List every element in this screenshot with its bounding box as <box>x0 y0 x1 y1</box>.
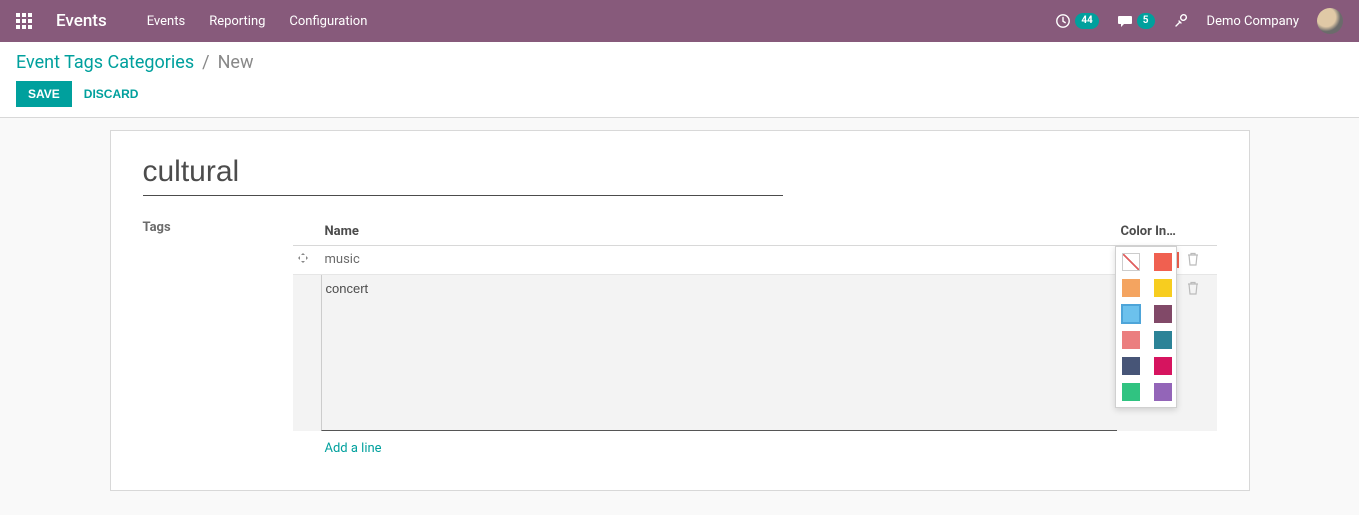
col-color[interactable]: Color In… <box>1117 218 1183 246</box>
sheet-wrap: Tags Name Color In… <box>0 118 1359 511</box>
color-option[interactable] <box>1154 331 1172 349</box>
col-name[interactable]: Name <box>321 218 1117 246</box>
color-option[interactable] <box>1154 357 1172 375</box>
color-option[interactable] <box>1122 331 1140 349</box>
tags-field-body: Name Color In… music <box>293 218 1217 460</box>
app-brand[interactable]: Events <box>56 11 107 31</box>
nav-links: Events Reporting Configuration <box>147 14 368 29</box>
clock-icon <box>1055 13 1071 29</box>
user-avatar[interactable] <box>1317 8 1343 34</box>
discard-button[interactable]: Discard <box>84 87 139 101</box>
navbar-right: 44 5 Demo Company <box>1055 8 1343 34</box>
control-buttons: Save Discard <box>16 81 1343 107</box>
color-option[interactable] <box>1154 279 1172 297</box>
color-none[interactable] <box>1122 253 1140 271</box>
activities-badge: 44 <box>1075 13 1098 29</box>
control-panel: Event Tags Categories / New Save Discard <box>0 42 1359 118</box>
nav-link-reporting[interactable]: Reporting <box>209 14 265 29</box>
tag-name-input[interactable] <box>326 281 1113 296</box>
tools-icon <box>1173 13 1189 29</box>
tags-field-row: Tags Name Color In… <box>143 218 1217 460</box>
main-navbar: Events Events Reporting Configuration 44… <box>0 0 1359 42</box>
breadcrumb-parent[interactable]: Event Tags Categories <box>16 52 194 73</box>
messages-button[interactable]: 5 <box>1117 13 1155 29</box>
drag-handle-icon[interactable] <box>293 275 321 432</box>
col-handle <box>293 218 321 246</box>
nav-link-configuration[interactable]: Configuration <box>289 14 367 29</box>
add-line-link[interactable]: Add a line <box>325 441 382 456</box>
tags-label: Tags <box>143 218 293 460</box>
breadcrumb-sep: / <box>202 52 209 73</box>
table-row-editing[interactable] <box>293 275 1217 432</box>
color-option[interactable] <box>1122 279 1140 297</box>
tags-table: Name Color In… music <box>293 218 1217 460</box>
save-button[interactable]: Save <box>16 81 72 107</box>
messages-badge: 5 <box>1137 13 1155 29</box>
color-option[interactable] <box>1122 357 1140 375</box>
tag-name[interactable]: music <box>321 246 1117 275</box>
breadcrumb-current: New <box>218 52 254 73</box>
color-option[interactable] <box>1122 383 1140 401</box>
apps-icon[interactable] <box>16 13 32 29</box>
color-option[interactable] <box>1154 305 1172 323</box>
delete-row-icon[interactable] <box>1183 275 1217 432</box>
activities-button[interactable]: 44 <box>1055 13 1098 29</box>
color-option[interactable] <box>1122 305 1140 323</box>
category-name-input[interactable] <box>143 153 783 196</box>
debug-button[interactable] <box>1173 13 1189 29</box>
editing-name-cell[interactable] <box>321 275 1117 432</box>
company-switcher[interactable]: Demo Company <box>1207 14 1299 29</box>
breadcrumb: Event Tags Categories / New <box>16 52 1343 73</box>
delete-row-icon[interactable] <box>1183 246 1217 275</box>
chat-icon <box>1117 13 1133 29</box>
form-sheet: Tags Name Color In… <box>110 130 1250 491</box>
drag-handle-icon[interactable] <box>293 246 321 275</box>
navbar-left: Events Events Reporting Configuration <box>16 11 367 31</box>
col-delete <box>1183 218 1217 246</box>
nav-link-events[interactable]: Events <box>147 14 185 29</box>
add-line-row: Add a line <box>293 431 1217 460</box>
color-option[interactable] <box>1154 383 1172 401</box>
color-option[interactable] <box>1154 253 1172 271</box>
table-row[interactable]: music <box>293 246 1217 275</box>
color-picker-popover[interactable] <box>1115 246 1177 408</box>
